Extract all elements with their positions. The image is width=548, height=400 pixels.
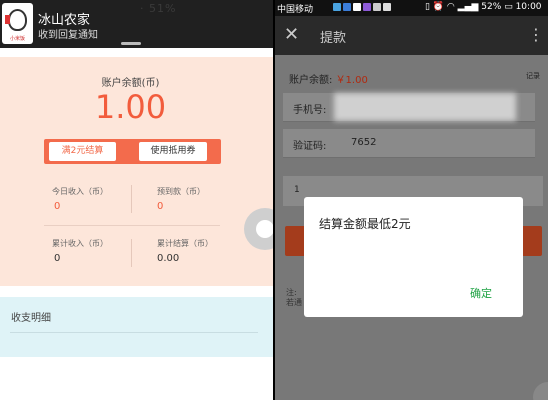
- divider: [44, 225, 220, 226]
- today-income-label: 今日收入（币）: [52, 187, 108, 196]
- use-coupon-button[interactable]: 使用抵用券: [139, 142, 207, 161]
- wifi-icon: ◠: [446, 2, 455, 12]
- drag-handle[interactable]: [121, 42, 141, 45]
- total-settled-value: 0.00: [157, 253, 180, 264]
- redacted-phone-number: [334, 93, 516, 121]
- total-settled-label: 累计结算（币）: [157, 239, 213, 248]
- status-bar: 中国移动 ▯ ⏰ ◠ ▂▄▆ 52% ▭ 10:00: [275, 0, 548, 16]
- balance-amount: ￥1.00: [335, 75, 368, 86]
- close-icon[interactable]: ✕: [284, 24, 299, 45]
- account-balance-row: 账户余额: ￥1.00: [289, 71, 368, 86]
- ledger-title: 收支明细: [11, 313, 51, 324]
- settle-button[interactable]: 满2元结算: [49, 142, 116, 161]
- app-notification-icon: [353, 3, 361, 11]
- page-title: 提款: [320, 31, 347, 46]
- left-screen: 小米饭 冰山农家 收到回复通知 · 51% 账户余额(币) 1.00 满2元结算…: [0, 0, 273, 400]
- amount-value: 1: [294, 185, 300, 195]
- code-label: 验证码:: [293, 141, 327, 152]
- status-indicators: ▯ ⏰ ◠ ▂▄▆ 52% ▭ 10:00: [425, 2, 542, 12]
- app-notification-icon: [373, 3, 381, 11]
- verification-code-field[interactable]: 验证码: 7652: [283, 129, 535, 158]
- records-link[interactable]: 记录: [526, 71, 540, 81]
- app-notification-icon: [363, 3, 371, 11]
- balance-amount: 1.00: [94, 88, 167, 126]
- notification-message: 收到回复通知: [38, 30, 98, 41]
- divider: [131, 185, 132, 213]
- vibrate-icon: ▯: [425, 2, 430, 12]
- action-bar: 满2元结算 使用抵用券: [44, 139, 221, 164]
- app-icon: 小米饭: [2, 3, 33, 44]
- note-text: 注: 若通: [286, 288, 302, 307]
- balance-label: 账户余额(币): [101, 78, 160, 89]
- total-income-value: 0: [54, 253, 61, 264]
- more-options-icon[interactable]: ⋮: [528, 25, 544, 44]
- balance-label: 账户余额:: [289, 75, 336, 86]
- app-bar: ✕ 提款 ⋮: [275, 16, 548, 55]
- alarm-icon: ⏰: [432, 2, 445, 12]
- confirm-button[interactable]: 确定: [470, 285, 492, 301]
- code-value: 7652: [351, 137, 377, 148]
- expected-value: 0: [157, 201, 164, 212]
- notification-icons: [333, 3, 393, 14]
- phone-label: 手机号:: [293, 105, 327, 116]
- signal-icon: ▂▄▆: [457, 2, 479, 12]
- battery-percent: 52%: [481, 2, 502, 12]
- notification-faint-text: · 51%: [140, 2, 177, 15]
- battery-icon: ▭: [504, 2, 513, 12]
- total-income-label: 累计收入（币）: [52, 239, 108, 248]
- alert-dialog: 结算金额最低2元 确定: [304, 197, 523, 317]
- app-notification-icon: [333, 3, 341, 11]
- ledger-section[interactable]: [0, 297, 273, 357]
- expected-label: 预到款（币）: [157, 187, 205, 196]
- today-income-value: 0: [54, 201, 61, 212]
- app-notification-icon: [343, 3, 351, 11]
- app-notification-icon: [383, 3, 391, 11]
- clock: 10:00: [515, 2, 542, 12]
- dialog-message: 结算金额最低2元: [319, 217, 411, 231]
- divider: [131, 239, 132, 267]
- notification-banner[interactable]: 小米饭 冰山农家 收到回复通知 · 51%: [0, 0, 273, 48]
- right-screen: 中国移动 ▯ ⏰ ◠ ▂▄▆ 52% ▭ 10:00 ✕ 提款 ⋮ 账户余额: …: [275, 0, 548, 400]
- divider: [10, 332, 258, 333]
- carrier-label: 中国移动: [277, 5, 314, 15]
